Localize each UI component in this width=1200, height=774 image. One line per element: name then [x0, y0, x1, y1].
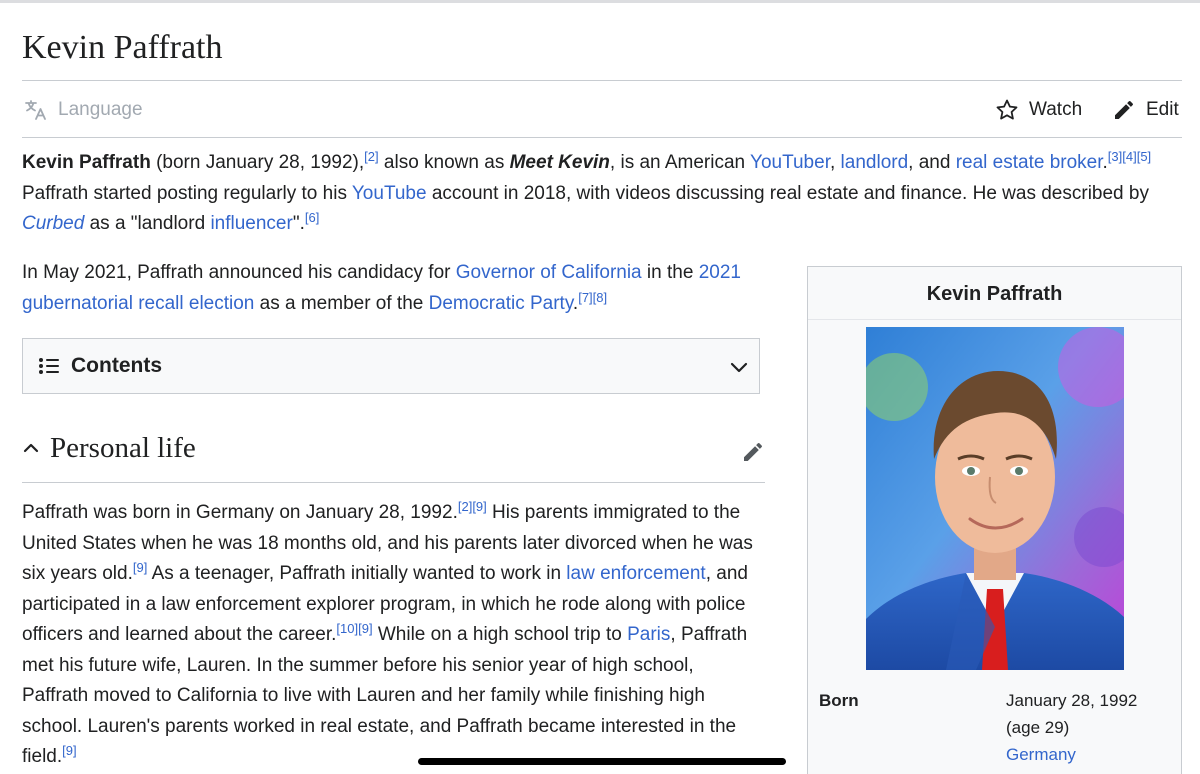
law-enforcement-link[interactable]: law enforcement	[566, 563, 705, 584]
contents-toggle[interactable]: Contents	[22, 338, 760, 394]
pencil-icon	[1115, 100, 1134, 119]
intro-text: Paffrath started posting regularly to hi…	[22, 182, 352, 204]
infobox-divider	[808, 319, 1181, 320]
candidacy-text: as a member of the	[254, 292, 429, 314]
chevron-down-icon	[730, 362, 748, 373]
born-date: January 28, 1992	[1006, 691, 1138, 710]
list-icon	[39, 358, 59, 374]
language-label: Language	[58, 99, 143, 120]
reference-link[interactable]: [10][9]	[336, 621, 372, 636]
reference-link[interactable]: [6]	[305, 210, 319, 225]
intro-text: ,	[829, 152, 841, 173]
governor-link[interactable]: Governor of California	[456, 262, 642, 283]
section-edit-button[interactable]	[741, 440, 765, 469]
influencer-link[interactable]: influencer	[210, 213, 292, 234]
home-indicator[interactable]	[418, 758, 786, 765]
language-button[interactable]: Language	[24, 98, 143, 122]
title-divider	[22, 80, 1182, 81]
section-title: Personal life	[50, 432, 196, 464]
germany-link[interactable]: Germany	[1006, 745, 1076, 764]
real-estate-broker-link[interactable]: real estate broker	[956, 152, 1103, 173]
born-age: (age 29)	[1006, 718, 1070, 737]
watch-button[interactable]: Watch	[995, 98, 1082, 122]
intro-text: , is an American	[609, 152, 751, 173]
born-label: Born	[819, 691, 859, 710]
youtube-link[interactable]: YouTube	[352, 183, 427, 204]
pencil-icon	[744, 442, 763, 461]
intro-text: , and	[908, 152, 956, 173]
body-text: As a teenager, Paffrath initially wanted…	[147, 563, 567, 584]
body-text: Paffrath was born in Germany on January …	[22, 502, 458, 523]
intro-paragraph: Kevin Paffrath (born January 28, 1992),[…	[22, 148, 1182, 240]
section-divider	[22, 482, 765, 483]
intro-text: account in 2018, with videos discussing …	[426, 182, 1149, 204]
body-text: While on a high school trip to	[372, 624, 628, 645]
subject-name: Kevin Paffrath	[22, 152, 151, 173]
curbed-link[interactable]: Curbed	[22, 213, 84, 234]
intro-text: (born January 28, 1992),	[150, 152, 365, 173]
body-text: , Paffrath met his future wife, Lauren. …	[22, 624, 748, 767]
intro-text: ".	[292, 213, 305, 234]
landlord-link[interactable]: landlord	[841, 152, 909, 173]
personal-life-paragraph: Paffrath was born in Germany on January …	[22, 498, 762, 773]
chevron-up-icon	[23, 443, 39, 453]
infobox: Kevin Paffrath Born January 28, 1992 (ag…	[807, 266, 1182, 774]
page-title: Kevin Paffrath	[22, 29, 223, 66]
youtuber-link[interactable]: YouTuber	[750, 152, 830, 173]
reference-link[interactable]: [7][8]	[578, 290, 607, 305]
reference-link[interactable]: [3][4][5]	[1108, 149, 1151, 164]
top-border	[0, 0, 1200, 3]
candidacy-text: in the	[641, 262, 699, 283]
reference-link[interactable]: [9]	[133, 560, 147, 575]
reference-link[interactable]: [2]	[364, 149, 378, 164]
contents-label: Contents	[71, 354, 162, 377]
reference-link[interactable]: [2][9]	[458, 499, 487, 514]
democratic-party-link[interactable]: Democratic Party	[429, 293, 573, 314]
edit-label: Edit	[1146, 99, 1179, 120]
paris-link[interactable]: Paris	[627, 624, 670, 645]
candidacy-text: In May 2021, Paffrath announced his cand…	[22, 262, 456, 283]
infobox-title: Kevin Paffrath	[926, 283, 1063, 305]
reference-link[interactable]: [9]	[62, 743, 76, 758]
translate-icon	[25, 100, 46, 120]
star-icon	[996, 99, 1018, 120]
edit-button[interactable]: Edit	[1112, 98, 1179, 122]
personal-life-heading[interactable]: Personal life	[22, 428, 196, 468]
watch-label: Watch	[1029, 99, 1083, 120]
intro-text: also known as	[378, 152, 510, 173]
toolbar-divider	[22, 137, 1182, 138]
intro-text: as a "landlord	[84, 213, 211, 234]
candidacy-paragraph: In May 2021, Paffrath announced his cand…	[22, 258, 797, 319]
portrait-image[interactable]	[866, 327, 1124, 670]
nickname: Meet Kevin	[509, 152, 610, 173]
born-value: January 28, 1992 (age 29) Germany	[1006, 687, 1137, 768]
